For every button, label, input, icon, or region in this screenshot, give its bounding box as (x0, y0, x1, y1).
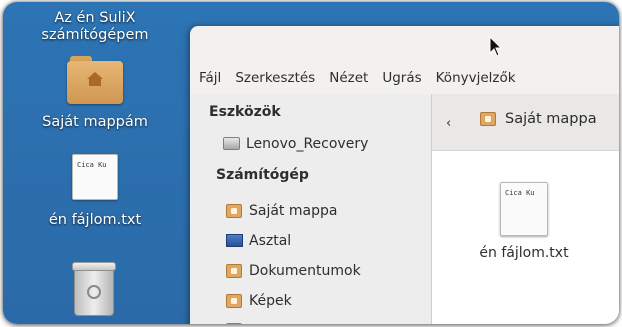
file-preview-text: Cica Ku (505, 189, 535, 197)
file-item[interactable]: Cica Ku én fájlom.txt (469, 182, 579, 261)
file-label: én fájlom.txt (479, 245, 569, 261)
menu-file[interactable]: Fájl (190, 70, 228, 86)
menubar: Fájl Szerkesztés Nézet Ugrás Könyvjelzők (190, 66, 619, 90)
breadcrumb-home[interactable]: Saját mappa (480, 111, 597, 127)
back-chevron-icon[interactable]: ‹ (446, 116, 451, 131)
menu-bookmarks[interactable]: Könyvjelzők (429, 70, 523, 86)
window-titlebar[interactable] (190, 26, 619, 63)
breadcrumb-label: Saját mappa (505, 111, 597, 127)
home-folder-icon (226, 203, 243, 219)
file-preview-text: Cica Ku (77, 161, 107, 169)
sidebar-item-label: Dokumentumok (249, 263, 361, 279)
text-file-icon: Cica Ku (500, 182, 548, 236)
sidebar-item-pictures[interactable]: Képek (226, 293, 292, 309)
desktop-computer-item[interactable]: Az én SuliX számítógépem (25, 10, 165, 44)
desktop-file-item[interactable]: Cica Ku én fájlom.txt (48, 154, 142, 229)
sidebar-item-home[interactable]: Saját mappa (226, 203, 337, 219)
mouse-pointer-icon (489, 36, 503, 57)
desktop-trash-item[interactable] (64, 262, 124, 316)
screenshot-frame: Az én SuliX számítógépem Saját mappám Ci… (3, 2, 619, 324)
sidebar-item-documents[interactable]: Dokumentumok (226, 263, 361, 279)
pathbar: ‹ Saját mappa (432, 94, 619, 151)
sidebar-heading-devices: Eszközök (209, 104, 281, 120)
menu-view[interactable]: Nézet (322, 70, 375, 86)
sidebar-item-label: Asztal (249, 233, 292, 249)
trash-icon (72, 262, 116, 316)
home-folder-icon (67, 54, 123, 104)
desktop-computer-label: Az én SuliX számítógépem (41, 10, 149, 43)
menu-go[interactable]: Ugrás (375, 70, 428, 86)
sidebar-item-desktop[interactable]: Asztal (226, 233, 291, 249)
sidebar-item-label: Lenovo_Recovery (246, 136, 369, 152)
sidebar-item-lenovo-recovery[interactable]: Lenovo_Recovery (223, 136, 368, 152)
desktop-home-label: Saját mappám (42, 114, 148, 130)
pictures-folder-icon (226, 293, 243, 309)
drive-icon (223, 136, 240, 152)
desktop-icon (226, 233, 243, 249)
sidebar-item-partial[interactable] (226, 323, 249, 324)
sidebar: Eszközök Lenovo_Recovery Számítógép Sajá… (190, 94, 432, 324)
menu-edit[interactable]: Szerkesztés (228, 70, 322, 86)
content-area: ‹ Saját mappa Cica Ku én fájlom.txt (432, 94, 619, 324)
documents-folder-icon (226, 263, 243, 279)
desktop-file-label: én fájlom.txt (48, 212, 142, 228)
sidebar-item-label: Saját mappa (249, 203, 338, 219)
home-folder-icon (480, 112, 496, 126)
text-file-icon: Cica Ku (72, 154, 118, 200)
sidebar-item-label: Képek (249, 293, 292, 309)
desktop: Az én SuliX számítógépem Saját mappám Ci… (3, 2, 619, 324)
sidebar-heading-computer: Számítógép (216, 167, 309, 183)
folder-icon (226, 323, 243, 324)
desktop-home-item[interactable]: Saját mappám (42, 54, 148, 131)
file-manager-window: Fájl Szerkesztés Nézet Ugrás Könyvjelzők… (190, 26, 619, 324)
